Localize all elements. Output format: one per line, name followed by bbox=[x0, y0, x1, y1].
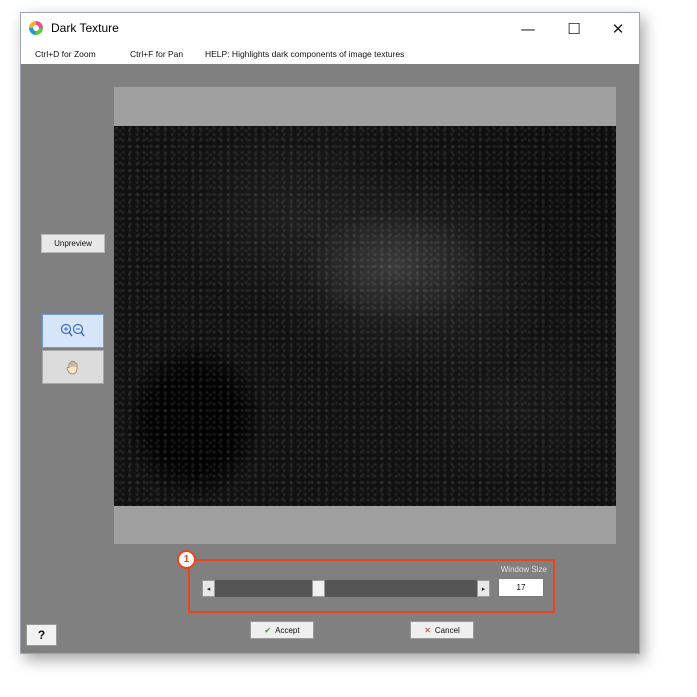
texture-preview-image[interactable] bbox=[114, 126, 616, 506]
window-size-slider-panel: Window Size ◂ ▸ 17 bbox=[188, 559, 555, 613]
zoom-tool-button[interactable] bbox=[42, 314, 104, 348]
close-button[interactable]: ✕ bbox=[595, 13, 641, 44]
unpreview-button[interactable]: Unpreview bbox=[41, 234, 105, 253]
dark-texture-window: Dark Texture — ☐ ✕ Ctrl+D for Zoom Ctrl+… bbox=[20, 12, 640, 654]
scroll-left-arrow[interactable]: ◂ bbox=[202, 580, 215, 597]
title-bar: Dark Texture — ☐ ✕ bbox=[21, 13, 639, 44]
window-title: Dark Texture bbox=[51, 21, 119, 35]
maximize-button[interactable]: ☐ bbox=[551, 13, 597, 44]
minimize-button[interactable]: — bbox=[505, 13, 551, 44]
cancel-button[interactable]: ✕ Cancel bbox=[410, 621, 474, 639]
zoom-shortcut-hint[interactable]: Ctrl+D for Zoom bbox=[35, 49, 96, 59]
callout-badge: 1 bbox=[177, 550, 196, 569]
hand-pan-icon bbox=[66, 360, 78, 375]
help-description: HELP: Highlights dark components of imag… bbox=[205, 49, 405, 59]
app-logo-icon bbox=[29, 21, 43, 35]
window-size-label: Window Size bbox=[500, 565, 547, 574]
window-size-value[interactable]: 17 bbox=[498, 578, 544, 597]
scroll-right-arrow[interactable]: ▸ bbox=[477, 580, 490, 597]
scroll-thumb[interactable] bbox=[312, 580, 326, 597]
accept-label: Accept bbox=[275, 625, 300, 635]
dialog-client-area: Unpreview Window Size ◂ ▸ 17 1 ✔ Accept … bbox=[21, 64, 639, 653]
cancel-label: Cancel bbox=[434, 625, 460, 635]
pan-tool-button[interactable] bbox=[42, 350, 104, 384]
texture-overlay bbox=[114, 126, 616, 506]
pan-shortcut-hint[interactable]: Ctrl+F for Pan bbox=[130, 49, 183, 59]
menu-bar: Ctrl+D for Zoom Ctrl+F for Pan HELP: Hig… bbox=[21, 44, 639, 64]
help-button[interactable]: ? bbox=[26, 624, 57, 646]
accept-button[interactable]: ✔ Accept bbox=[250, 621, 314, 639]
check-icon: ✔ bbox=[264, 625, 272, 635]
preview-frame bbox=[114, 87, 616, 544]
window-size-scrollbar[interactable]: ◂ ▸ bbox=[202, 580, 490, 597]
zoom-in-out-icon bbox=[60, 323, 85, 337]
x-icon: ✕ bbox=[424, 625, 431, 635]
